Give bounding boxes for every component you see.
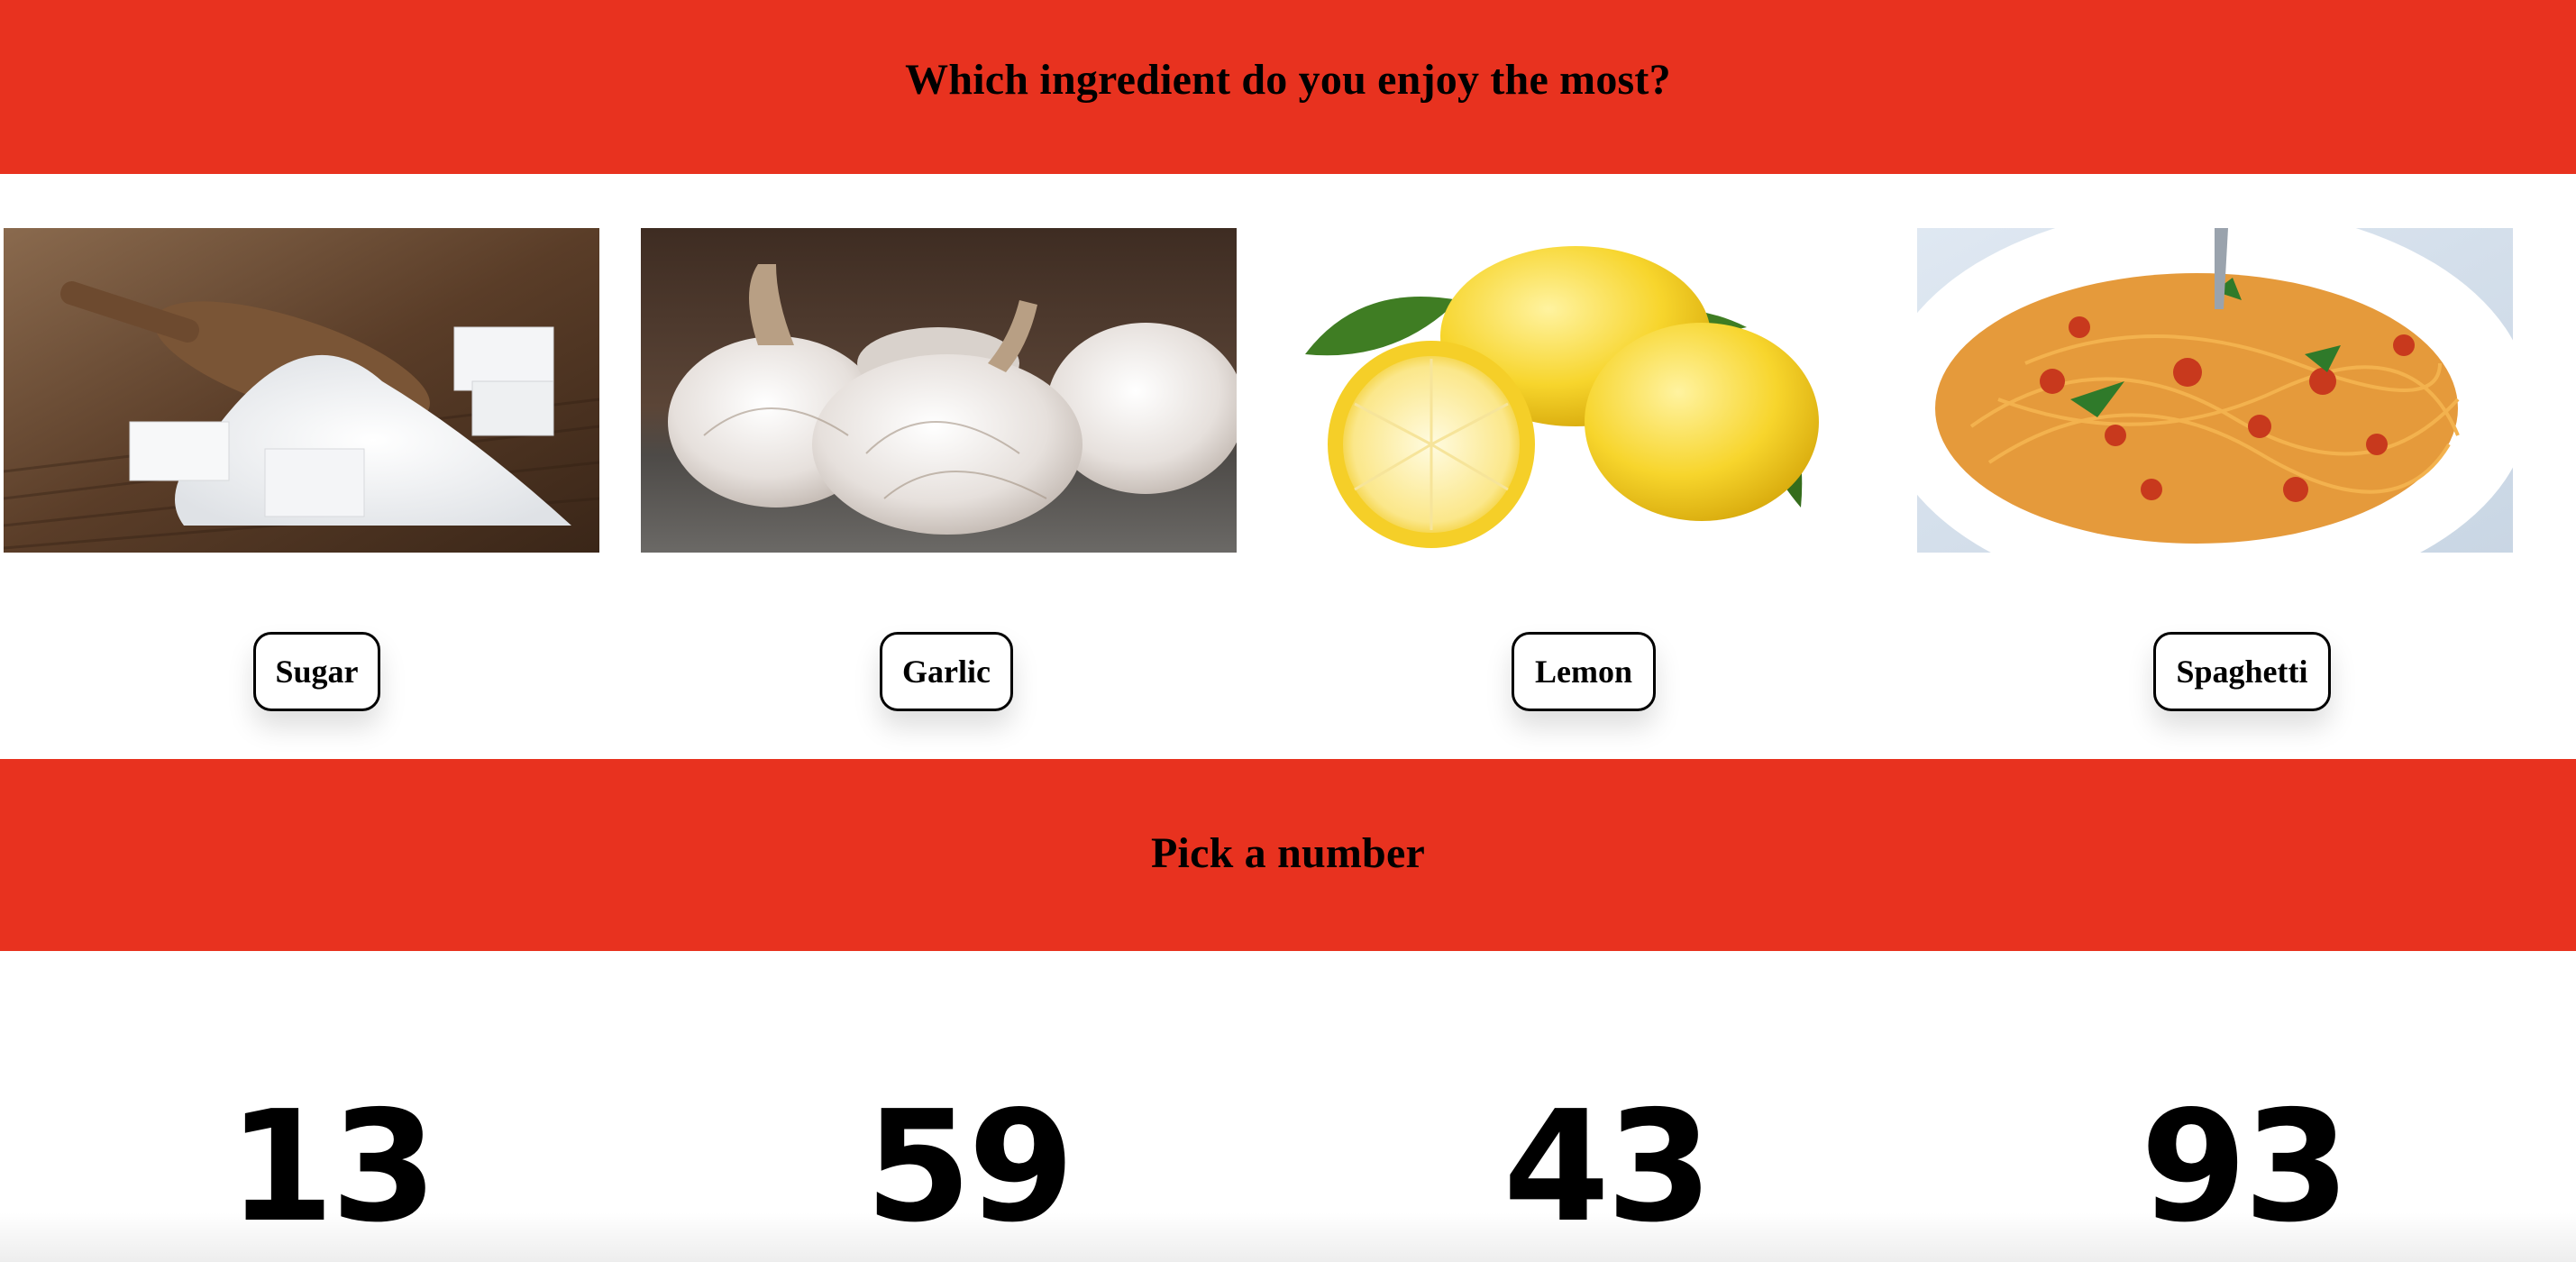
spaghetti-button[interactable]: Spaghetti xyxy=(2153,632,2331,711)
number-option-93[interactable]: 93 xyxy=(2108,1091,2379,1244)
question-title-number: Pick a number xyxy=(1151,829,1425,877)
sugar-photo[interactable] xyxy=(4,228,599,553)
garlic-photo[interactable] xyxy=(641,228,1237,553)
lemon-button[interactable]: Lemon xyxy=(1512,632,1656,711)
question-banner-number: Pick a number xyxy=(0,759,2576,951)
garlic-button[interactable]: Garlic xyxy=(880,632,1013,711)
number-option-59[interactable]: 59 xyxy=(833,1091,1103,1244)
number-option-43[interactable]: 43 xyxy=(1471,1091,1741,1244)
sugar-button[interactable]: Sugar xyxy=(253,632,380,711)
spaghetti-photo[interactable] xyxy=(1917,228,2513,553)
question-banner-ingredient: Which ingredient do you enjoy the most? xyxy=(0,0,2576,174)
question-title-ingredient: Which ingredient do you enjoy the most? xyxy=(905,56,1671,104)
lemon-photo[interactable] xyxy=(1278,228,1874,553)
number-option-13[interactable]: 13 xyxy=(196,1091,466,1244)
